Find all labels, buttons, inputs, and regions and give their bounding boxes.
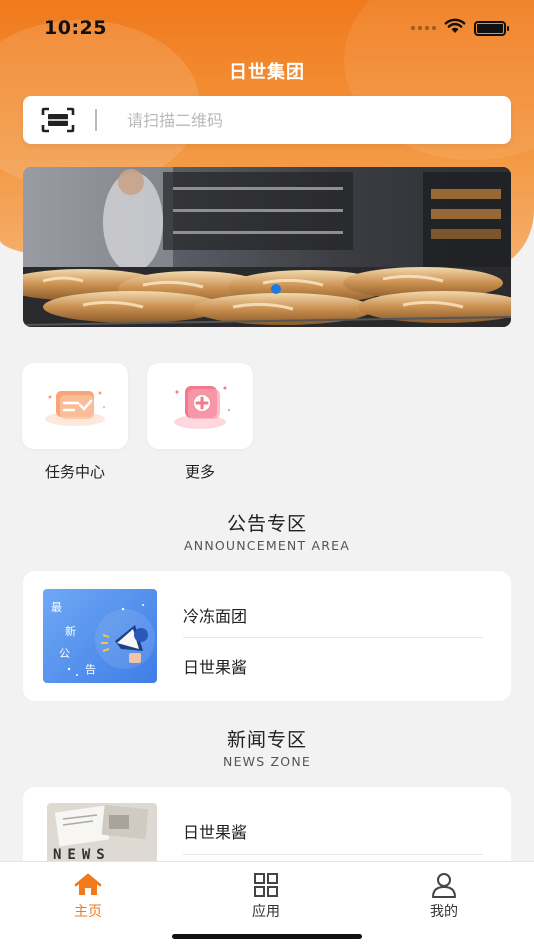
quick-action-label: 任务中心	[44, 463, 105, 481]
apps-grid-icon	[216, 872, 316, 898]
section-subtitle: ANNOUNCEMENT AREA	[184, 538, 350, 553]
quick-action-task-center[interactable]: 任务中心	[22, 363, 128, 482]
news-item[interactable]: 日世果酱	[183, 819, 483, 843]
scan-frame-icon[interactable]	[41, 107, 75, 133]
task-center-icon	[34, 379, 116, 433]
more-apps-icon	[159, 376, 241, 436]
announcement-card: 最 新 公 告 冷冻面团 日世果酱	[23, 571, 511, 701]
thumb-text: 公	[59, 647, 70, 660]
task-center-card[interactable]	[22, 363, 128, 449]
tab-label: 我的	[430, 904, 458, 920]
home-icon	[38, 872, 138, 898]
thumb-text: 新	[65, 625, 76, 638]
more-card[interactable]	[147, 363, 253, 449]
tab-home[interactable]: 主页	[38, 872, 138, 921]
announcement-section-header: 公告专区 ANNOUNCEMENT AREA	[0, 509, 534, 553]
quick-action-more[interactable]: 更多	[147, 363, 253, 482]
scan-bar[interactable]	[23, 96, 511, 144]
home-indicator	[172, 934, 362, 939]
tab-label: 主页	[74, 904, 102, 920]
status-bar: 10:25	[0, 0, 534, 56]
announcement-item[interactable]: 日世果酱	[183, 654, 483, 678]
status-time: 10:25	[44, 17, 107, 39]
thumb-text: 告	[85, 663, 96, 676]
announcement-item[interactable]: 冷冻面团	[183, 603, 483, 627]
bakery-bread-photo	[23, 167, 511, 327]
scan-divider	[95, 109, 97, 131]
banner-carousel[interactable]	[23, 167, 511, 327]
divider	[183, 854, 483, 855]
divider	[183, 637, 483, 638]
scan-input[interactable]	[127, 110, 427, 130]
tab-label: 应用	[252, 904, 280, 920]
quick-action-label: 更多	[184, 463, 215, 481]
page-title: 日世集团	[229, 62, 305, 83]
status-indicators	[411, 18, 509, 38]
section-subtitle: NEWS ZONE	[223, 754, 311, 769]
section-title: 新闻专区	[226, 729, 307, 751]
announcement-thumbnail: 最 新 公 告	[43, 589, 157, 683]
thumb-text: 最	[51, 601, 62, 614]
section-title: 公告专区	[226, 513, 307, 535]
battery-icon	[474, 20, 509, 36]
carousel-dot-active[interactable]	[271, 284, 281, 294]
wifi-icon	[444, 18, 466, 38]
tab-profile[interactable]: 我的	[394, 872, 494, 921]
tab-apps[interactable]: 应用	[216, 872, 316, 921]
news-section-header: 新闻专区 NEWS ZONE	[0, 725, 534, 769]
user-icon	[394, 872, 494, 898]
signal-icon	[411, 26, 436, 30]
